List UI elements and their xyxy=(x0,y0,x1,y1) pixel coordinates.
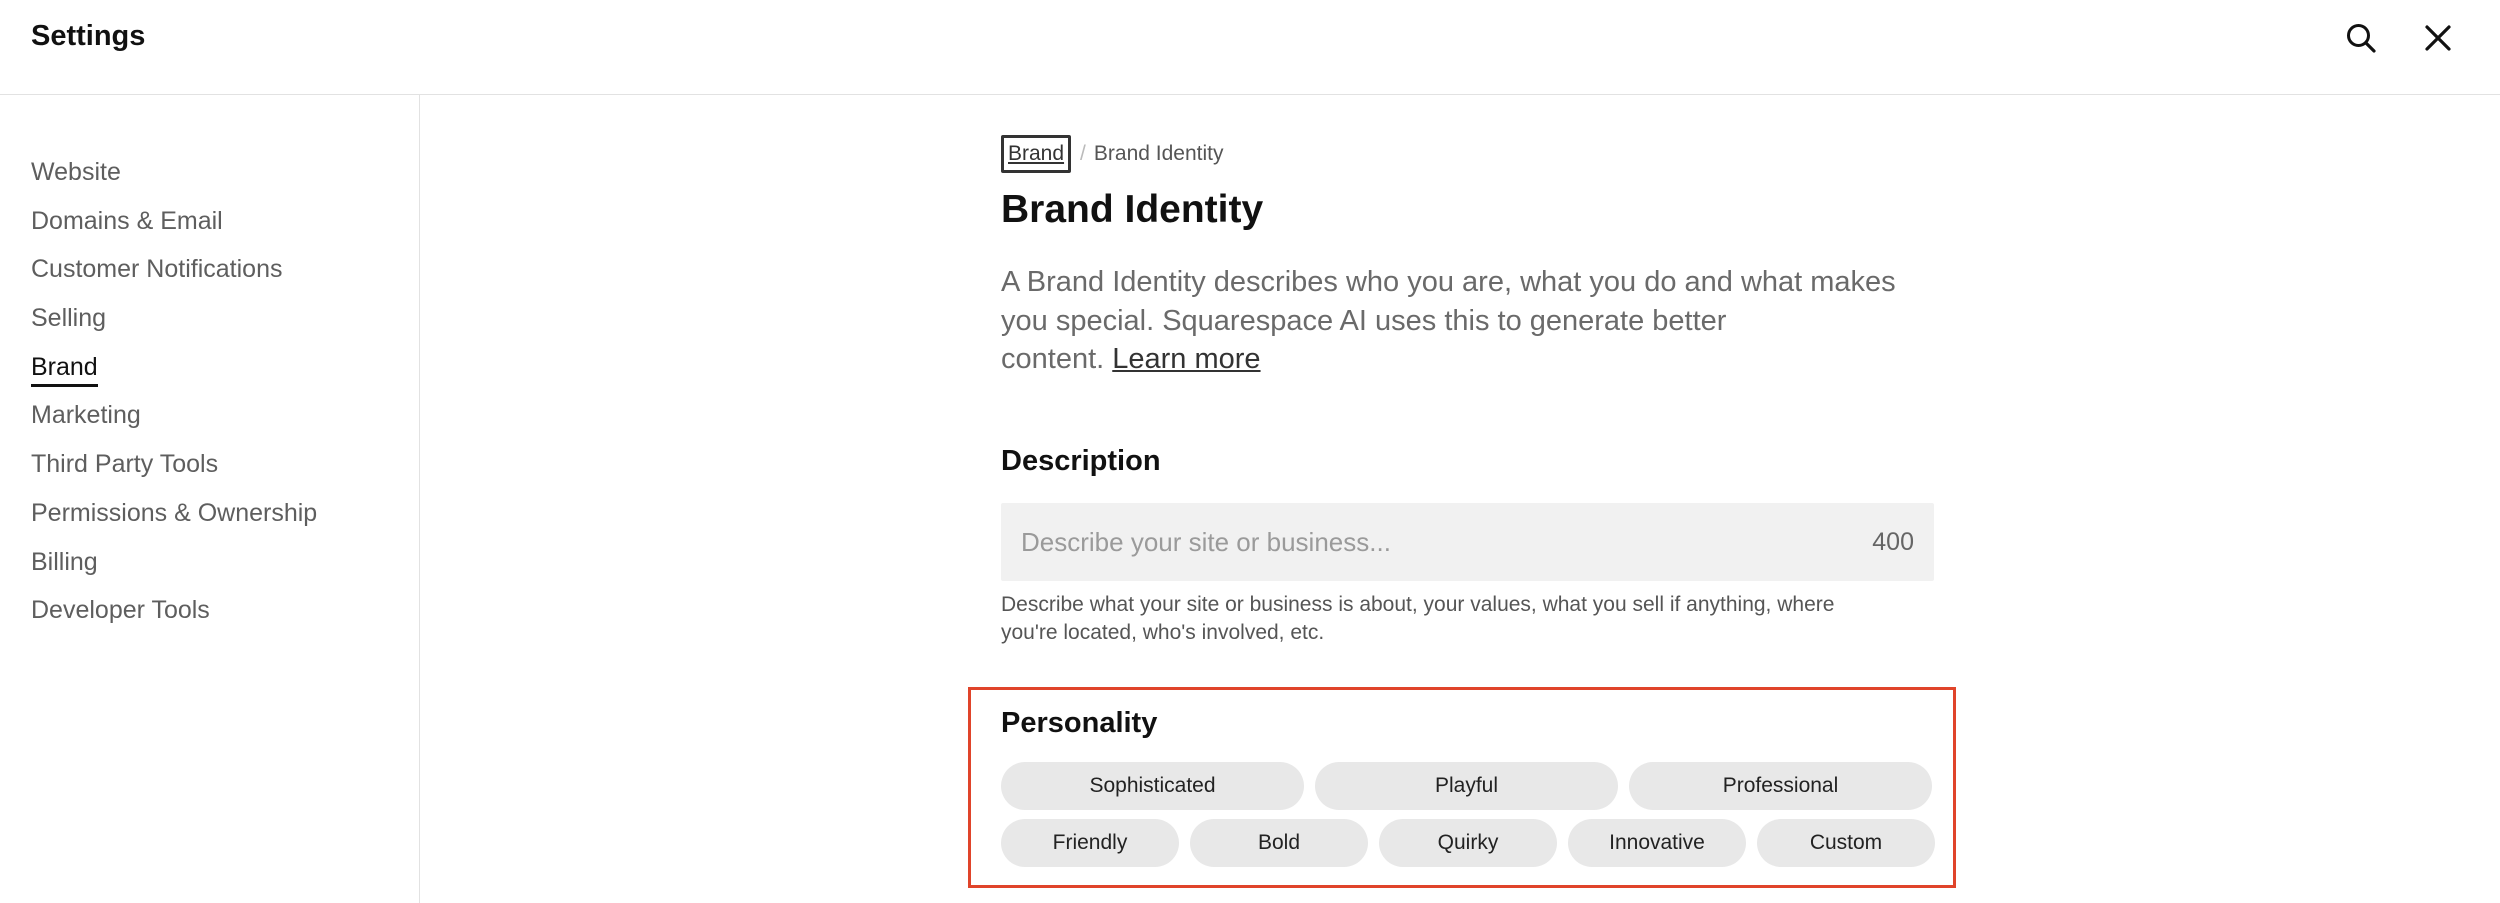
sidebar-item-brand[interactable]: Brand xyxy=(31,352,317,401)
personality-option-quirky[interactable]: Quirky xyxy=(1379,819,1557,867)
sidebar-item-selling[interactable]: Selling xyxy=(31,303,317,352)
description-heading: Description xyxy=(1001,445,1161,477)
description-placeholder: Describe your site or business... xyxy=(1021,526,1391,557)
breadcrumb-brand-link[interactable]: Brand xyxy=(1001,135,1072,173)
top-bar: Settings xyxy=(0,0,2500,95)
sidebar-item-domains-email[interactable]: Domains & Email xyxy=(31,206,317,255)
personality-option-friendly[interactable]: Friendly xyxy=(1001,819,1179,867)
sidebar-item-label: Billing xyxy=(31,547,98,576)
sidebar-item-website[interactable]: Website xyxy=(31,157,317,206)
settings-sidebar: Website Domains & Email Customer Notific… xyxy=(0,95,420,903)
sidebar-item-label: Brand xyxy=(31,352,98,387)
breadcrumb-separator: / xyxy=(1080,142,1086,165)
app-title: Settings xyxy=(31,20,146,52)
sidebar-item-label: Selling xyxy=(31,304,107,333)
sidebar-item-customer-notifications[interactable]: Customer Notifications xyxy=(31,254,317,303)
search-icon xyxy=(2347,24,2376,53)
sidebar-item-label: Website xyxy=(31,158,121,186)
sidebar-item-billing[interactable]: Billing xyxy=(31,547,317,596)
personality-option-bold[interactable]: Bold xyxy=(1190,819,1368,867)
character-count: 400 xyxy=(1872,527,1914,556)
intro-text: A Brand Identity describes who you are, … xyxy=(1001,263,1936,379)
sidebar-item-label: Third Party Tools xyxy=(31,450,219,479)
learn-more-link[interactable]: Learn more xyxy=(1112,343,1260,375)
sidebar-item-label: Permissions & Ownership xyxy=(31,498,318,527)
help-line-2: you're located, who's involved, etc. xyxy=(1001,621,1325,644)
breadcrumb-current: Brand Identity xyxy=(1093,142,1224,165)
sidebar-nav: Website Domains & Email Customer Notific… xyxy=(31,157,317,644)
help-line-1: Describe what your site or business is a… xyxy=(1001,593,1835,616)
intro-line-2: you special. Squarespace AI uses this to… xyxy=(1001,304,1727,337)
personality-option-playful[interactable]: Playful xyxy=(1315,762,1618,810)
personality-row-1: Sophisticated Playful Professional xyxy=(1001,762,1932,810)
sidebar-item-marketing[interactable]: Marketing xyxy=(31,400,317,449)
sidebar-item-label: Developer Tools xyxy=(31,596,210,625)
close-button[interactable] xyxy=(2417,17,2459,59)
personality-option-sophisticated[interactable]: Sophisticated xyxy=(1001,762,1304,810)
sidebar-item-developer-tools[interactable]: Developer Tools xyxy=(31,595,317,644)
sidebar-item-label: Customer Notifications xyxy=(31,255,283,284)
personality-option-professional[interactable]: Professional xyxy=(1629,762,1932,810)
personality-heading: Personality xyxy=(1001,707,1158,739)
personality-option-innovative[interactable]: Innovative xyxy=(1568,819,1746,867)
personality-row-2: Friendly Bold Quirky Innovative Custom xyxy=(1001,819,1935,867)
breadcrumb: Brand / Brand Identity xyxy=(1001,135,1223,173)
description-help-text: Describe what your site or business is a… xyxy=(1001,591,1936,647)
page-title: Brand Identity xyxy=(1001,188,1264,231)
close-icon xyxy=(2425,25,2451,51)
description-input[interactable]: Describe your site or business... 400 xyxy=(1001,503,1934,581)
sidebar-item-permissions-ownership[interactable]: Permissions & Ownership xyxy=(31,498,317,547)
sidebar-item-label: Domains & Email xyxy=(31,206,223,235)
search-button[interactable] xyxy=(2340,17,2382,59)
intro-line-1: A Brand Identity describes who you are, … xyxy=(1001,266,1896,298)
sidebar-item-label: Marketing xyxy=(31,401,141,430)
sidebar-item-third-party-tools[interactable]: Third Party Tools xyxy=(31,449,317,498)
intro-line-3: content. xyxy=(1001,343,1105,375)
personality-option-custom[interactable]: Custom xyxy=(1757,819,1935,867)
